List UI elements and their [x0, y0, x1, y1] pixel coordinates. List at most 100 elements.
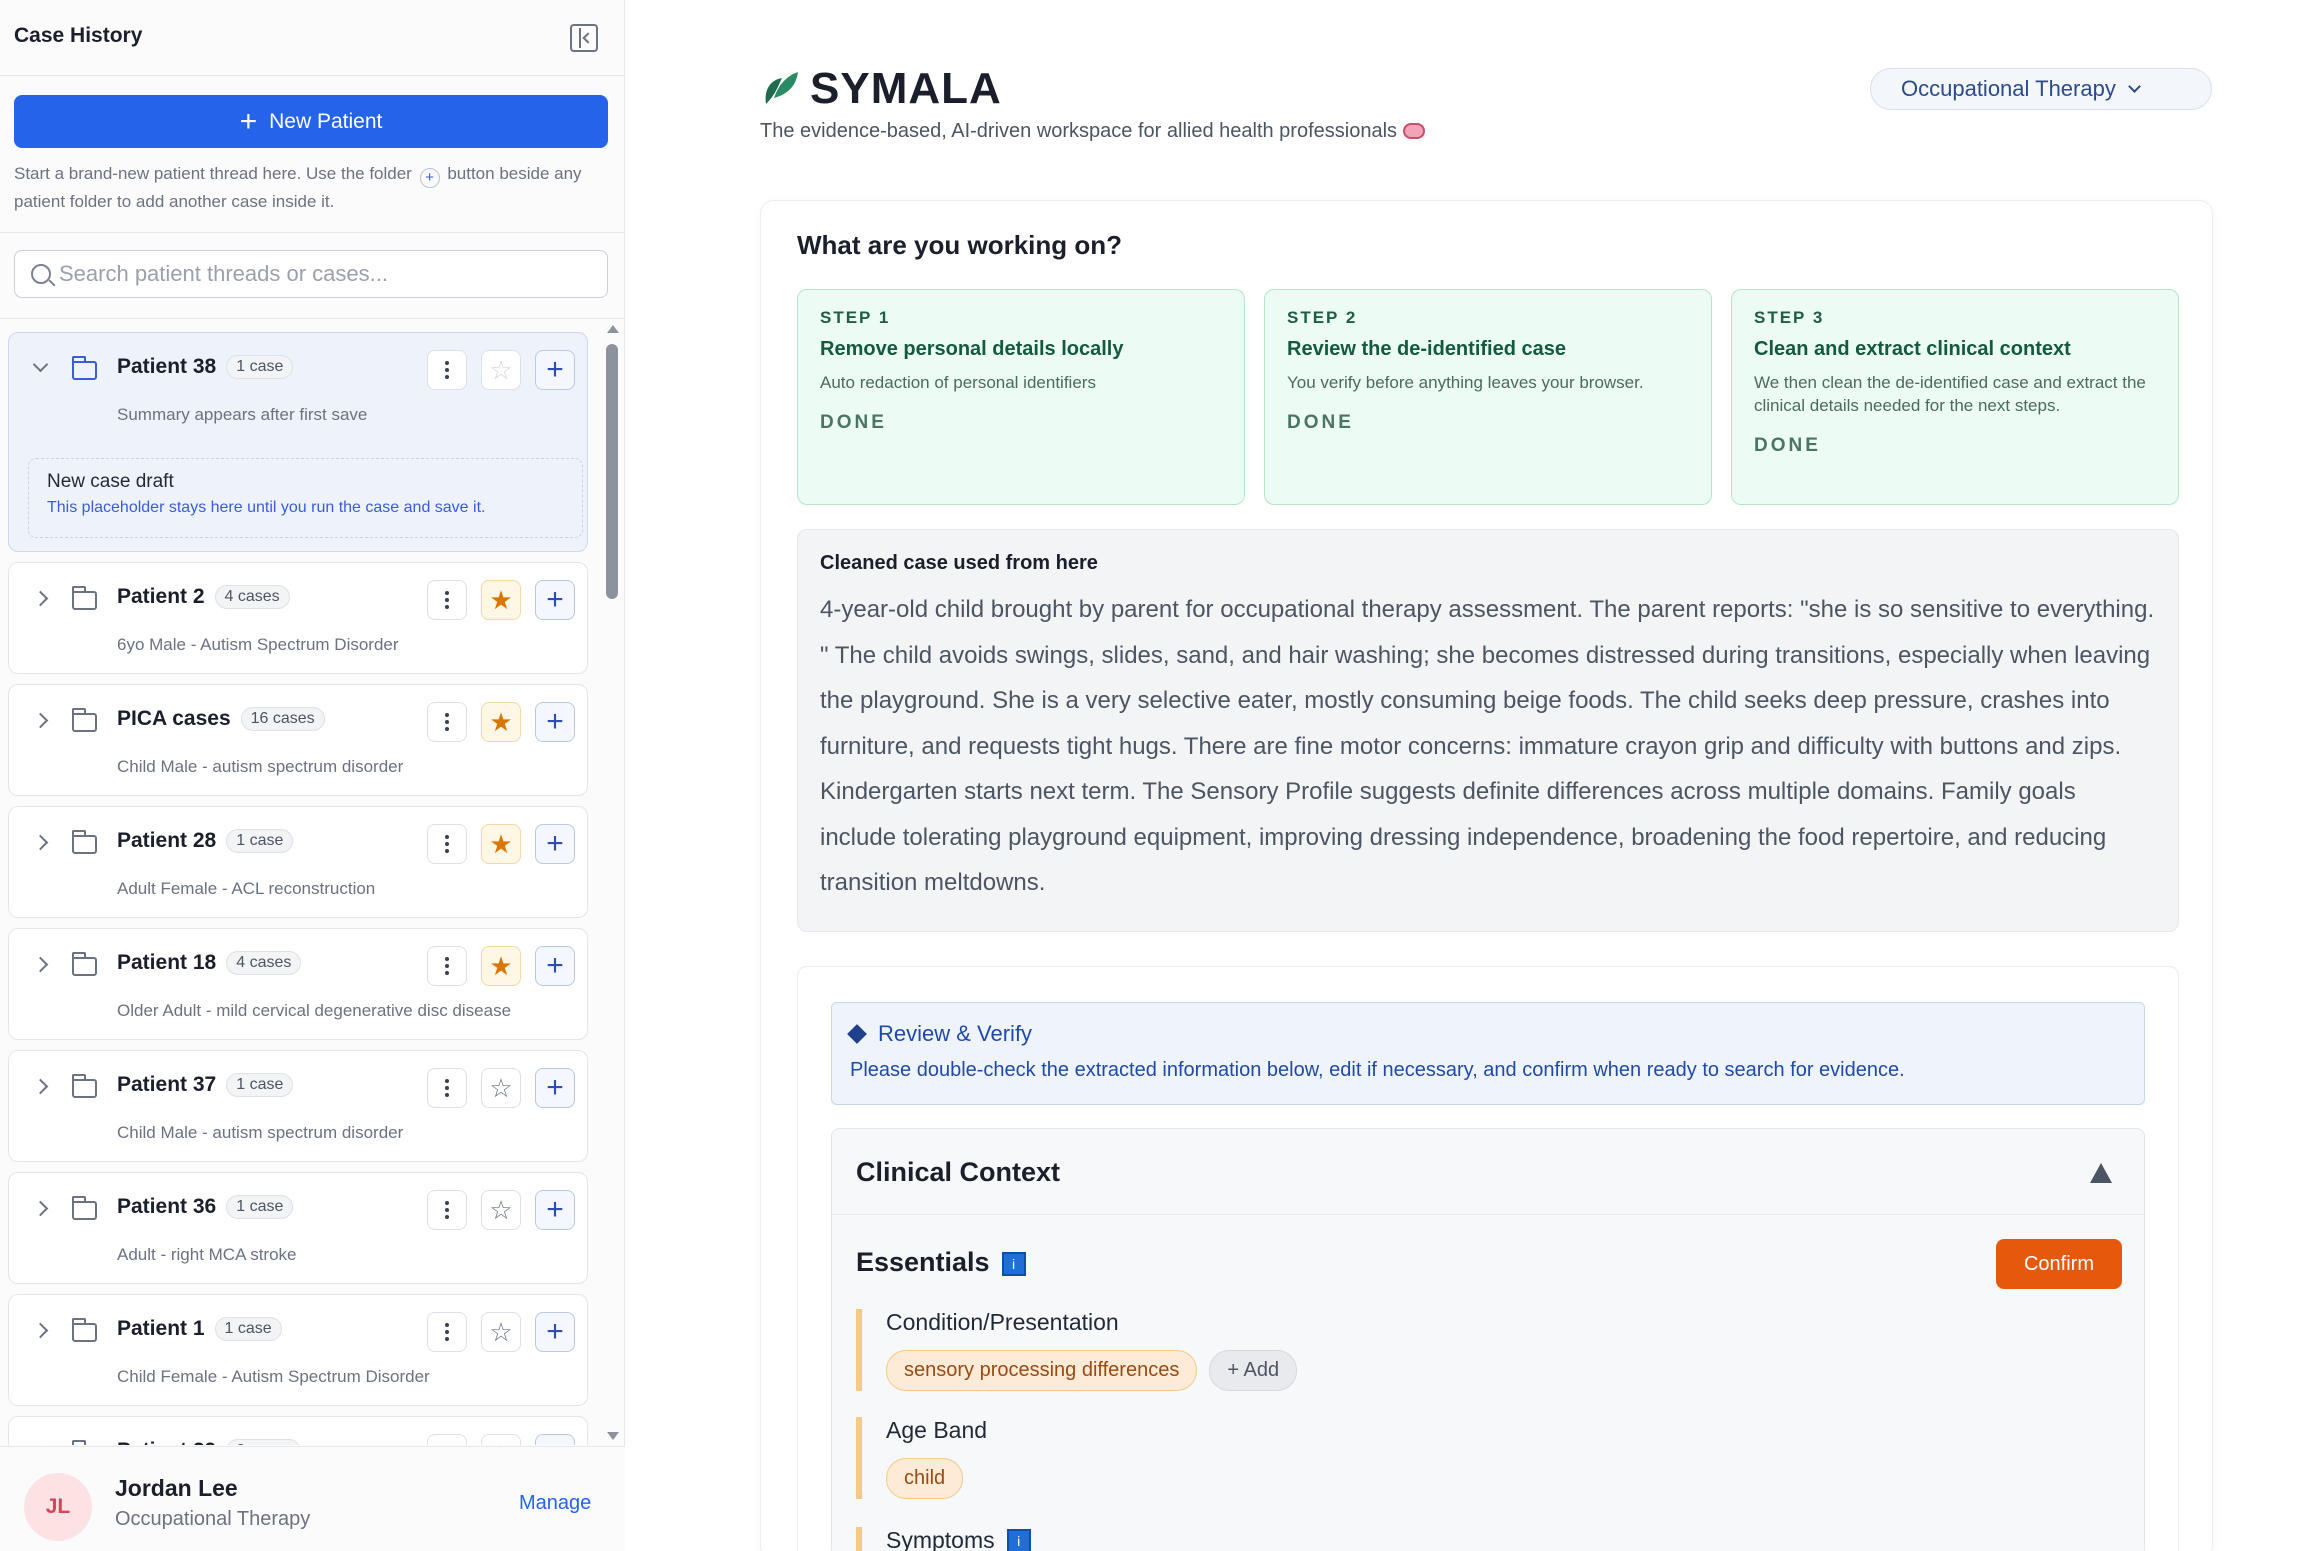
chip[interactable]: child	[886, 1458, 964, 1499]
new-case-draft[interactable]: New case draft This placeholder stays her…	[28, 458, 583, 538]
star-icon: ★	[489, 829, 513, 859]
kebab-icon	[445, 713, 449, 731]
sidebar-title: Case History	[14, 24, 143, 47]
chevron-right-icon[interactable]	[32, 1200, 49, 1217]
patient-summary: Child Male - autism spectrum disorder	[117, 1123, 404, 1142]
step-number: STEP 3	[1754, 308, 1825, 327]
step-status: DONE	[820, 412, 887, 433]
chevron-right-icon[interactable]	[32, 956, 49, 973]
chevron-right-icon[interactable]	[32, 1078, 49, 1095]
scroll-thumb[interactable]	[606, 344, 618, 599]
more-options-button[interactable]	[427, 580, 467, 620]
more-options-button[interactable]	[427, 350, 467, 390]
favorite-button[interactable]: ☆	[481, 1068, 521, 1108]
patient-name: Patient 36	[117, 1195, 217, 1218]
favorite-button[interactable]: ★	[481, 824, 521, 864]
star-icon: ☆	[489, 1441, 512, 1445]
star-icon: ☆	[489, 1317, 513, 1347]
case-count-badge: 1 case	[226, 829, 294, 853]
more-options-button[interactable]	[427, 946, 467, 986]
patient-folder-card[interactable]: Patient 18 4 cases Older Adult - mild cerv…	[8, 928, 588, 1040]
search-placeholder: Search patient threads or cases...	[59, 261, 388, 286]
user-name: Jordan Lee	[115, 1475, 238, 1501]
search-icon	[31, 264, 51, 284]
add-case-button[interactable]: +	[535, 1068, 575, 1108]
add-case-button[interactable]: +	[535, 580, 575, 620]
chevron-right-icon[interactable]	[32, 834, 49, 851]
cleaned-case-box: Cleaned case used from here 4-year-old c…	[797, 529, 2179, 932]
scroll-down-arrow-icon[interactable]	[607, 1432, 619, 1440]
step-card-3: STEP 3 Clean and extract clinical contex…	[1731, 289, 2179, 505]
chevron-right-icon[interactable]	[32, 590, 49, 607]
info-icon[interactable]: i	[1006, 1529, 1031, 1551]
favorite-button[interactable]: ★	[481, 580, 521, 620]
field-label: Condition/Presentation	[886, 1309, 1119, 1335]
chevron-right-icon[interactable]	[32, 712, 49, 729]
more-options-button[interactable]	[427, 702, 467, 742]
field-label: Age Band	[886, 1417, 988, 1443]
info-icon[interactable]: i	[1001, 1252, 1026, 1276]
case-count-badge: 1 case	[226, 1195, 294, 1219]
patient-name-row: Patient 18 4 cases	[117, 951, 302, 975]
patient-folder-card[interactable]: Patient 37 1 case Child Male - autism spec…	[8, 1050, 588, 1162]
favorite-button[interactable]: ★	[481, 702, 521, 742]
more-options-button[interactable]	[427, 1434, 467, 1445]
chevron-right-icon[interactable]	[32, 1322, 49, 1339]
favorite-button[interactable]: ☆	[481, 350, 521, 390]
patient-folder-card[interactable]: Patient 29 2 cases ☆ +	[8, 1416, 588, 1445]
kebab-icon	[445, 591, 449, 609]
field-label-wrapper: Symptoms i	[886, 1527, 2096, 1551]
folder-plus-icon: +	[419, 168, 440, 188]
patient-folder-card[interactable]: PICA cases 16 cases Child Male - autism sp…	[8, 684, 588, 796]
cleaned-case-title: Cleaned case used from here	[820, 552, 1098, 574]
add-case-button[interactable]: +	[535, 946, 575, 986]
patient-name-row: Patient 36 1 case	[117, 1195, 294, 1219]
patient-summary: Older Adult - mild cervical degenerative…	[117, 1001, 512, 1020]
favorite-button[interactable]: ☆	[481, 1434, 521, 1445]
add-case-button[interactable]: +	[535, 350, 575, 390]
specialty-select[interactable]: Occupational Therapy	[1870, 68, 2212, 110]
clinical-context-header[interactable]: Clinical Context	[832, 1129, 2144, 1215]
patient-folder-card[interactable]: Patient 28 1 case Adult Female - ACL recon…	[8, 806, 588, 918]
manage-link[interactable]: Manage	[519, 1492, 591, 1515]
patient-name: Patient 2	[117, 585, 205, 608]
case-count-badge: 2 cases	[226, 1439, 302, 1445]
scroll-up-arrow-icon[interactable]	[607, 325, 619, 333]
add-chip-button[interactable]: + Add	[1209, 1350, 1298, 1391]
patient-list-scrollbar[interactable]	[604, 322, 620, 1442]
patient-folder-card[interactable]: Patient 2 4 cases 6yo Male - Autism Spectr…	[8, 562, 588, 674]
more-options-button[interactable]	[427, 1190, 467, 1230]
divider	[0, 232, 625, 233]
collapse-sidebar-icon[interactable]	[570, 24, 598, 52]
more-options-button[interactable]	[427, 1312, 467, 1352]
clinical-context-panel: Clinical Context Essentials i Confirm Con…	[831, 1128, 2145, 1551]
search-input[interactable]: Search patient threads or cases...	[14, 250, 608, 298]
patient-folder-card[interactable]: Patient 1 1 case Child Female - Autism Spe…	[8, 1294, 588, 1406]
patient-name: Patient 1	[117, 1317, 205, 1340]
favorite-button[interactable]: ☆	[481, 1190, 521, 1230]
step-card-1: STEP 1 Remove personal details locally A…	[797, 289, 1245, 505]
confirm-button[interactable]: Confirm	[1996, 1239, 2122, 1289]
favorite-button[interactable]: ★	[481, 946, 521, 986]
review-verify-banner: Review & Verify Please double-check the …	[831, 1002, 2145, 1105]
add-case-button[interactable]: +	[535, 1312, 575, 1352]
add-case-button[interactable]: +	[535, 824, 575, 864]
collapse-triangle-icon[interactable]	[2090, 1163, 2112, 1183]
patient-folder-card[interactable]: Patient 36 1 case Adult - right MCA stroke…	[8, 1172, 588, 1284]
add-case-button[interactable]: +	[535, 1434, 575, 1445]
plus-icon: +	[546, 705, 564, 738]
more-options-button[interactable]	[427, 824, 467, 864]
add-case-button[interactable]: +	[535, 1190, 575, 1230]
step-title: Clean and extract clinical context	[1754, 338, 2071, 360]
draft-title: New case draft	[47, 471, 174, 492]
patient-folder-card[interactable]: Patient 38 1 case Summary appears after fi…	[8, 332, 588, 552]
favorite-button[interactable]: ☆	[481, 1312, 521, 1352]
chip[interactable]: sensory processing differences	[886, 1350, 1198, 1391]
tagline: The evidence-based, AI-driven workspace …	[760, 120, 1426, 143]
field-label: Symptoms	[886, 1527, 995, 1551]
new-patient-button[interactable]: + New Patient	[14, 95, 608, 148]
add-case-button[interactable]: +	[535, 702, 575, 742]
chevron-down-icon	[2127, 80, 2141, 93]
chevron-down-icon[interactable]	[32, 356, 49, 373]
more-options-button[interactable]	[427, 1068, 467, 1108]
